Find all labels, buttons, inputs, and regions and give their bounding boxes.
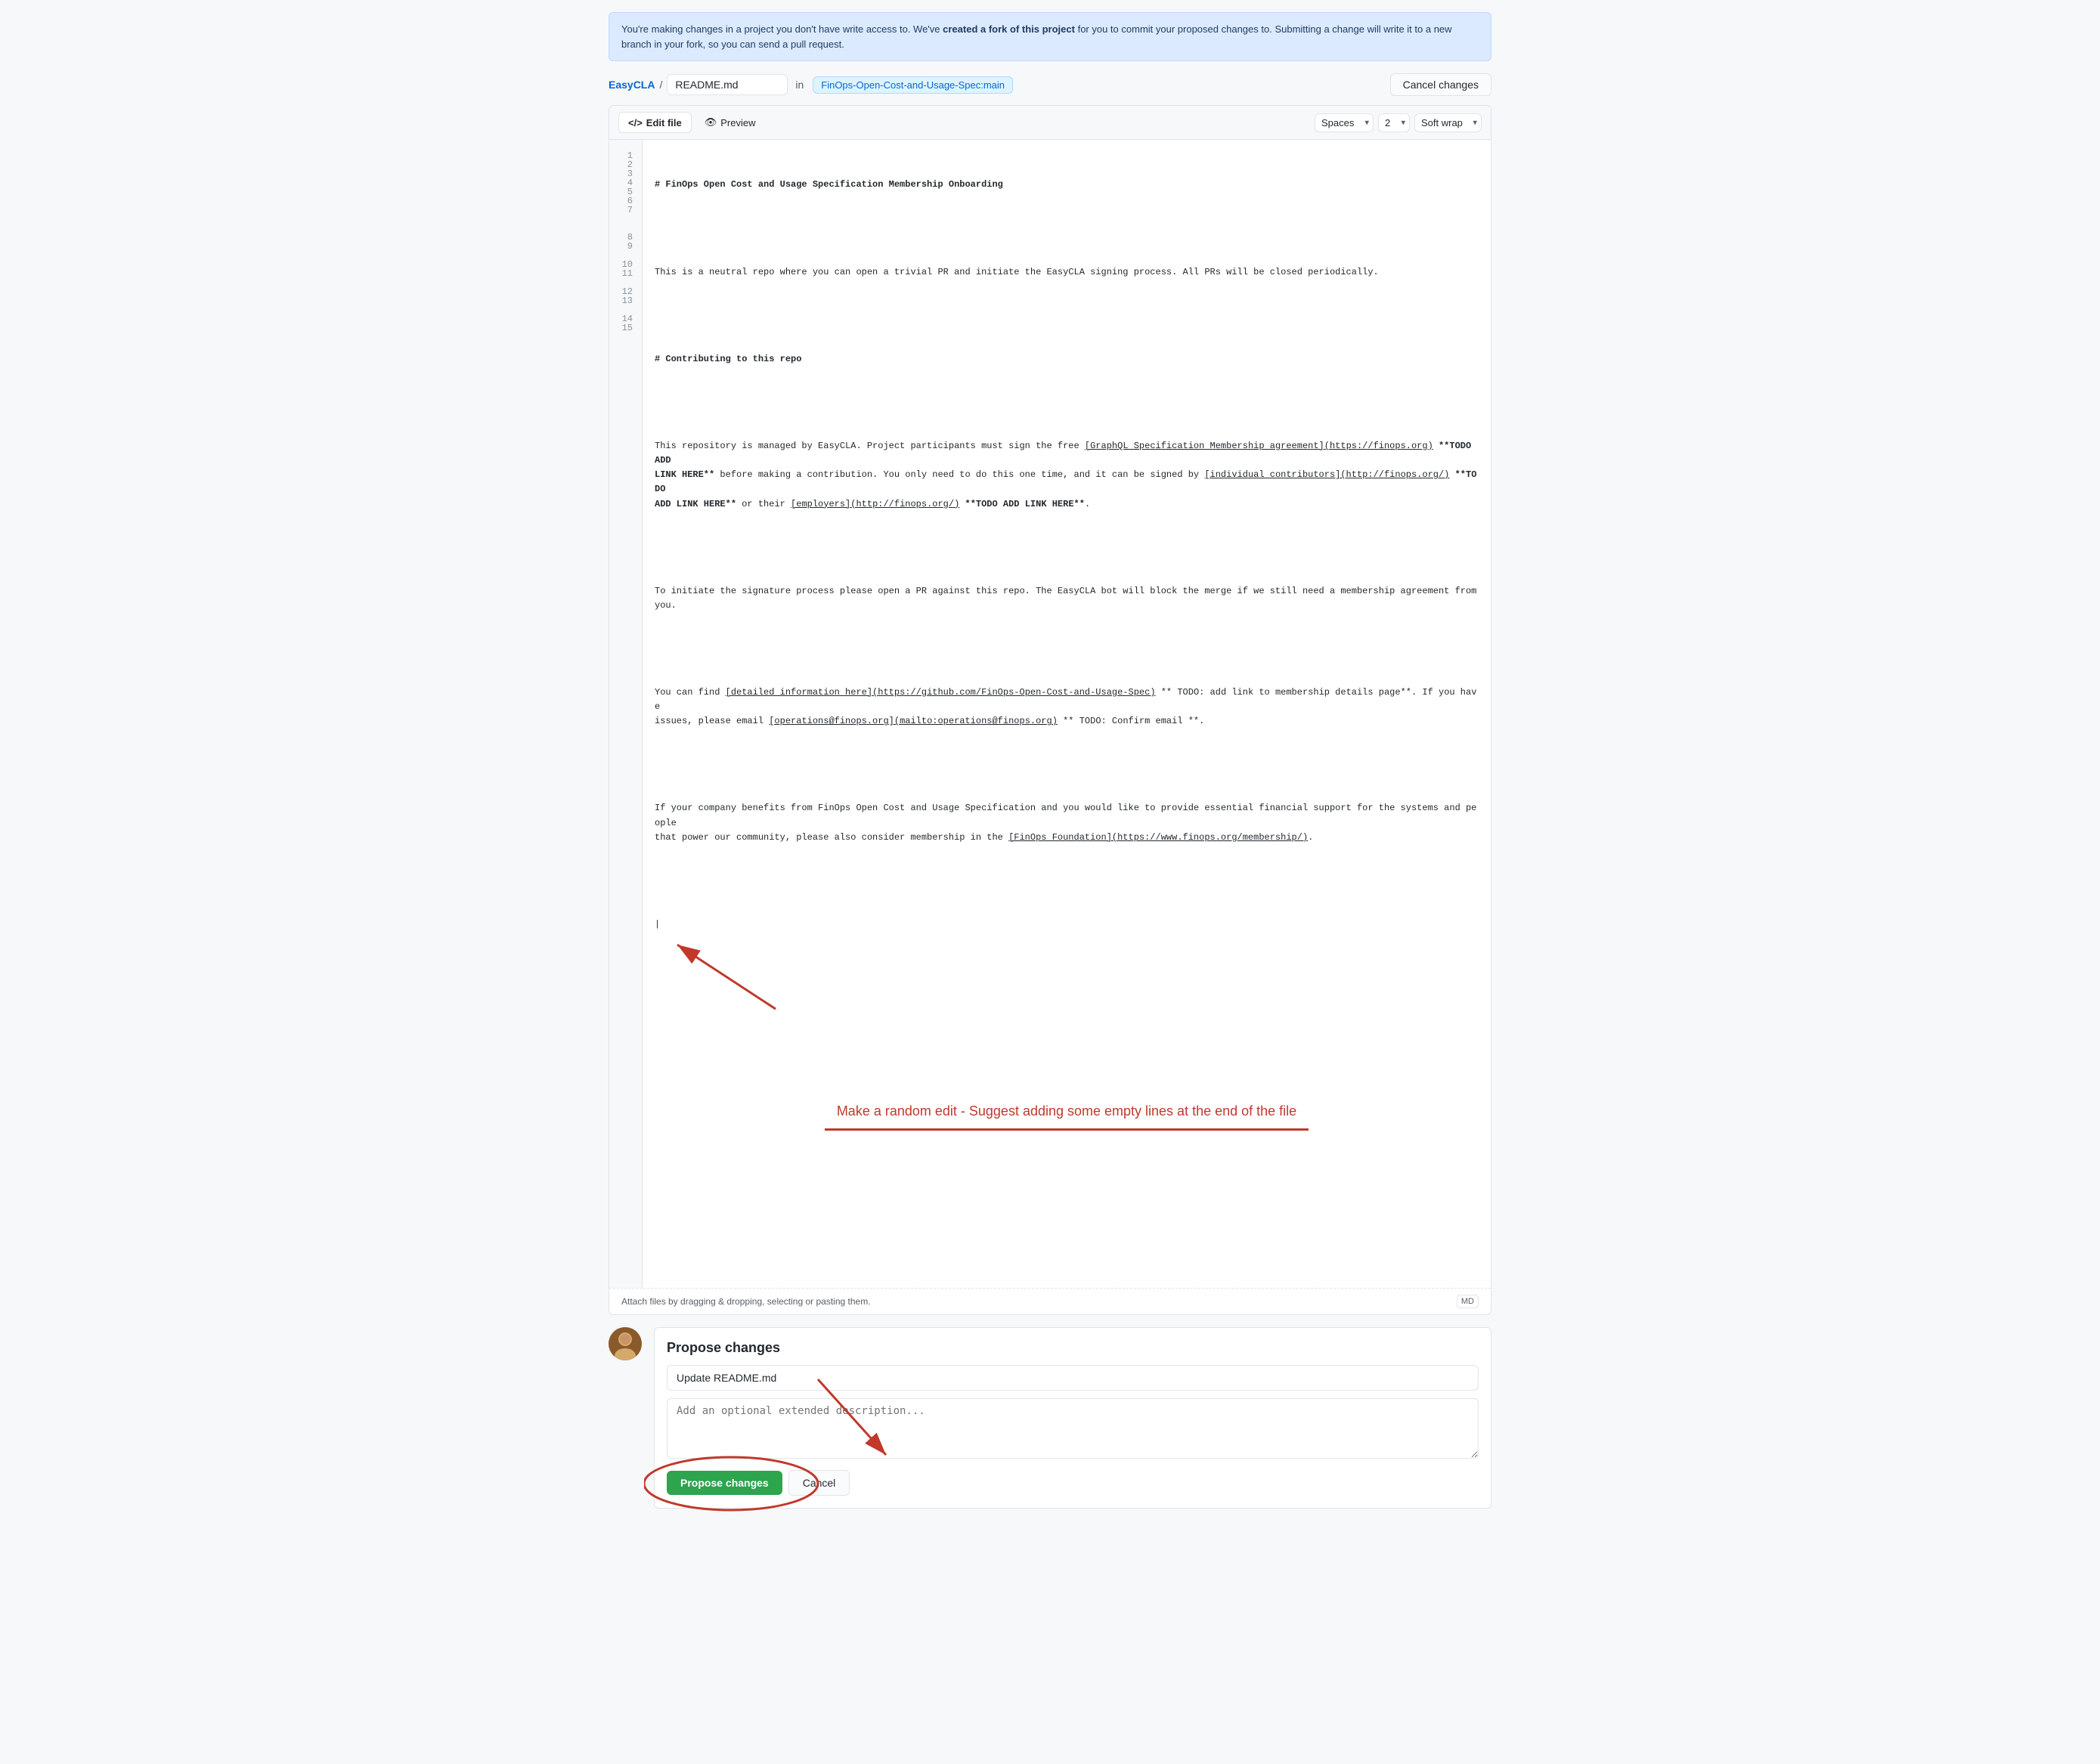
code-line-4 <box>655 308 1479 323</box>
propose-form: Propose changes Propose <box>654 1327 1491 1509</box>
softwrap-select[interactable]: Soft wrap No wrap <box>1414 113 1482 132</box>
tabs-right: Spaces Tabs 2 4 Soft wrap No wrap <box>1315 113 1482 132</box>
tab-edit-file[interactable]: </> Edit file <box>618 112 692 133</box>
banner-text-start: You're making changes in a project you d… <box>621 23 943 35</box>
editor-container: </> Edit file 👁 Preview Spaces Tabs <box>609 105 1491 1315</box>
cancel-changes-button[interactable]: Cancel changes <box>1390 73 1491 96</box>
repo-link[interactable]: EasyCLA <box>609 79 655 91</box>
code-icon: </> <box>628 117 643 128</box>
code-line-12 <box>655 758 1479 772</box>
banner-bold: created a fork of this project <box>943 23 1075 35</box>
branch-badge[interactable]: FinOps-Open-Cost-and-Usage-Spec:main <box>813 76 1013 94</box>
propose-cancel-button[interactable]: Cancel <box>788 1470 850 1496</box>
code-editor[interactable]: # FinOps Open Cost and Usage Specificati… <box>643 140 1491 1288</box>
code-line-14 <box>655 874 1479 888</box>
code-line-9: To initiate the signature process please… <box>655 584 1479 613</box>
code-line-3: This is a neutral repo where you can ope… <box>655 265 1479 280</box>
annotation-text: Make a random edit - Suggest adding some… <box>837 1100 1296 1122</box>
propose-actions: Propose changes Cancel <box>667 1470 1479 1496</box>
attach-label: Attach files by dragging & dropping, sel… <box>621 1296 871 1307</box>
code-line-1: # FinOps Open Cost and Usage Specificati… <box>655 178 1479 192</box>
attach-bar: Attach files by dragging & dropping, sel… <box>609 1288 1491 1314</box>
annotation-arrow <box>662 937 783 1013</box>
indent-select[interactable]: 2 4 <box>1378 113 1410 132</box>
indent-select-wrapper: 2 4 <box>1378 113 1410 132</box>
avatar-image <box>609 1327 642 1360</box>
commit-message-input[interactable] <box>667 1365 1479 1391</box>
softwrap-select-wrapper: Soft wrap No wrap <box>1414 113 1482 132</box>
code-line-5: # Contributing to this repo <box>655 352 1479 367</box>
in-label: in <box>795 79 804 91</box>
annotation-underline <box>825 1128 1309 1131</box>
tab-edit-label: Edit file <box>646 117 682 128</box>
eye-icon: 👁 <box>705 116 717 128</box>
code-line-11: You can find [detailed information here]… <box>655 685 1479 729</box>
tab-preview-label: Preview <box>720 117 755 128</box>
line-numbers: 1 2 3 4 5 6 7 8 9 10 11 12 13 14 15 <box>609 140 643 1288</box>
editor-tabs: </> Edit file 👁 Preview Spaces Tabs <box>609 106 1491 140</box>
avatar <box>609 1327 642 1360</box>
breadcrumb-bar: EasyCLA / in FinOps-Open-Cost-and-Usage-… <box>609 73 1491 96</box>
propose-changes-button[interactable]: Propose changes <box>667 1471 782 1495</box>
code-line-7: This repository is managed by EasyCLA. P… <box>655 439 1479 512</box>
md-badge: MD <box>1457 1295 1479 1308</box>
description-textarea[interactable] <box>667 1398 1479 1459</box>
code-line-15: | <box>655 918 1479 932</box>
code-line-13: If your company benefits from FinOps Ope… <box>655 801 1479 845</box>
tabs-left: </> Edit file 👁 Preview <box>618 112 766 133</box>
spaces-select-wrapper: Spaces Tabs <box>1315 113 1374 132</box>
code-line-10 <box>655 642 1479 656</box>
breadcrumb-sep: / <box>659 79 662 91</box>
propose-title: Propose changes <box>667 1340 1479 1356</box>
spaces-select[interactable]: Spaces Tabs <box>1315 113 1374 132</box>
annotation-area: Make a random edit - Suggest adding some… <box>655 1078 1479 1191</box>
info-banner: You're making changes in a project you d… <box>609 12 1491 61</box>
code-line-8 <box>655 540 1479 555</box>
breadcrumb-left: EasyCLA / in FinOps-Open-Cost-and-Usage-… <box>609 74 1013 95</box>
code-line-6 <box>655 395 1479 410</box>
tab-preview[interactable]: 👁 Preview <box>695 112 766 133</box>
editor-body: 1 2 3 4 5 6 7 8 9 10 11 12 13 14 15 <box>609 140 1491 1288</box>
code-line-2 <box>655 221 1479 236</box>
propose-section: Propose changes Propose <box>609 1327 1491 1509</box>
filename-input[interactable] <box>667 74 788 95</box>
